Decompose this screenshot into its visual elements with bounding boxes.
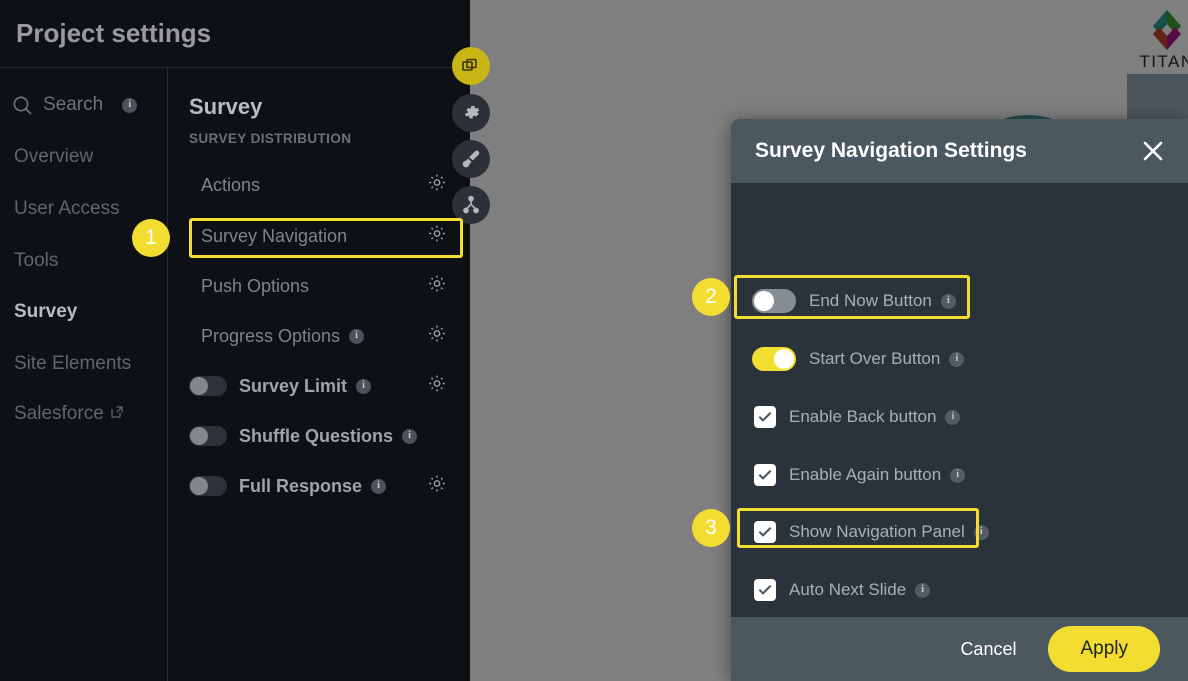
sidebar-item-label: Salesforce	[14, 403, 104, 424]
close-icon[interactable]	[1140, 138, 1166, 164]
sidebar-item-label: Site Elements	[14, 353, 132, 374]
option-label: Show Navigation Panel	[789, 522, 965, 541]
gear-icon-button[interactable]	[452, 94, 490, 132]
option-row-progress-options[interactable]: Progress Options i	[168, 319, 470, 353]
option-row-actions[interactable]: Actions	[168, 168, 470, 202]
sidebar-item-overview[interactable]: Overview	[14, 146, 93, 168]
info-icon[interactable]: i	[122, 97, 138, 113]
gear-icon[interactable]	[427, 374, 447, 399]
info-icon[interactable]: i	[973, 524, 989, 540]
brush-icon	[462, 150, 480, 168]
auto-next-slide-checkbox[interactable]	[754, 579, 776, 601]
option-row-survey-navigation[interactable]: Survey Navigation	[168, 219, 470, 253]
info-icon[interactable]: i	[371, 478, 387, 494]
workflow-icon	[463, 195, 479, 214]
info-icon[interactable]: i	[915, 582, 931, 598]
project-settings-panel: Project settings Search i Overview User …	[0, 0, 470, 681]
screenshot-root: TITAN He at w Project settings	[0, 0, 1188, 681]
modal-body: End Now Button i Start Over Button i Ena…	[731, 183, 1188, 617]
option-enable-again-button[interactable]: Enable Again button i	[731, 455, 1188, 495]
sidebar-item-label: Overview	[14, 146, 94, 167]
step-badge-1: 1	[132, 219, 170, 257]
info-icon[interactable]: i	[949, 351, 965, 367]
sidebar-item-user-access[interactable]: User Access	[14, 198, 120, 220]
panel-header: Project settings	[0, 0, 470, 68]
apply-button[interactable]: Apply	[1048, 626, 1160, 672]
step-badge-2: 2	[692, 278, 730, 316]
sidebar-item-label: User Access	[14, 198, 120, 219]
survey-limit-toggle[interactable]	[189, 376, 227, 396]
gear-icon[interactable]	[427, 324, 447, 349]
shuffle-questions-toggle[interactable]	[189, 426, 227, 446]
option-label: Actions	[201, 174, 261, 195]
gear-icon[interactable]	[427, 224, 447, 249]
gear-icon[interactable]	[427, 173, 447, 198]
option-show-navigation-panel[interactable]: Show Navigation Panel i	[731, 512, 1188, 552]
option-label: Shuffle Questions	[239, 425, 394, 446]
option-row-survey-limit[interactable]: Survey Limit i	[168, 369, 470, 403]
section-label: SURVEY DISTRIBUTION	[189, 131, 352, 146]
sidebar-item-label: Survey	[14, 301, 78, 322]
option-label: Progress Options	[201, 325, 341, 346]
info-icon[interactable]: i	[349, 328, 365, 344]
search-label: Search	[43, 94, 104, 115]
gear-icon	[464, 105, 480, 119]
option-row-shuffle-questions[interactable]: Shuffle Questions i	[168, 419, 470, 453]
option-row-full-response[interactable]: Full Response i	[168, 469, 470, 503]
option-label: Push Options	[201, 275, 310, 296]
step-badge-3: 3	[692, 509, 730, 547]
option-end-now-button[interactable]: End Now Button i	[731, 281, 1188, 321]
modal-header: Survey Navigation Settings	[731, 119, 1188, 183]
detail-title: Survey	[189, 94, 263, 119]
sidebar-item-salesforce[interactable]: Salesforce	[14, 403, 124, 425]
option-start-over-button[interactable]: Start Over Button i	[731, 339, 1188, 379]
option-enable-back-button[interactable]: Enable Back button i	[731, 397, 1188, 437]
sidebar-item-site-elements[interactable]: Site Elements	[14, 353, 131, 375]
info-icon[interactable]: i	[940, 293, 956, 309]
option-label: Enable Again button	[789, 465, 942, 484]
modal-footer: Cancel Apply	[731, 617, 1188, 681]
option-label: Survey Navigation	[201, 225, 348, 246]
survey-navigation-settings-modal: Survey Navigation Settings End Now Butto…	[731, 119, 1188, 681]
sidebar-item-label: Tools	[14, 250, 59, 271]
search-icon	[12, 95, 33, 116]
option-label: Enable Back button	[789, 407, 937, 426]
option-label: Auto Next Slide	[789, 580, 907, 599]
search-input[interactable]: Search i	[12, 94, 138, 116]
end-now-button-toggle[interactable]	[752, 289, 796, 313]
survey-detail-column: Survey SURVEY DISTRIBUTION Actions Surve…	[168, 68, 470, 681]
info-icon[interactable]: i	[950, 467, 966, 483]
start-over-button-toggle[interactable]	[752, 347, 796, 371]
cancel-button[interactable]: Cancel	[952, 633, 1024, 666]
option-label: Start Over Button	[809, 349, 941, 368]
option-row-push-options[interactable]: Push Options	[168, 269, 470, 303]
show-navigation-panel-checkbox[interactable]	[754, 521, 776, 543]
duplicate-icon	[462, 58, 477, 71]
full-response-toggle[interactable]	[189, 476, 227, 496]
option-label: End Now Button	[809, 291, 932, 310]
duplicate-icon-button[interactable]	[452, 47, 490, 85]
settings-nav-column: Search i Overview User Access Tools Surv…	[0, 68, 168, 681]
sidebar-item-tools[interactable]: Tools	[14, 250, 58, 272]
brush-icon-button[interactable]	[452, 140, 490, 178]
workflow-icon-button[interactable]	[452, 186, 490, 224]
option-label: Survey Limit	[239, 375, 348, 396]
external-link-icon	[110, 403, 124, 425]
info-icon[interactable]: i	[945, 409, 961, 425]
gear-icon[interactable]	[427, 474, 447, 499]
option-auto-next-slide[interactable]: Auto Next Slide i	[731, 570, 1188, 610]
modal-title: Survey Navigation Settings	[755, 139, 1027, 162]
option-label: Full Response	[239, 475, 363, 496]
page-title: Project settings	[16, 18, 212, 48]
gear-icon[interactable]	[427, 274, 447, 299]
info-icon[interactable]: i	[356, 378, 372, 394]
sidebar-item-survey[interactable]: Survey	[14, 301, 77, 323]
enable-again-button-checkbox[interactable]	[754, 464, 776, 486]
enable-back-button-checkbox[interactable]	[754, 406, 776, 428]
info-icon[interactable]: i	[402, 428, 418, 444]
